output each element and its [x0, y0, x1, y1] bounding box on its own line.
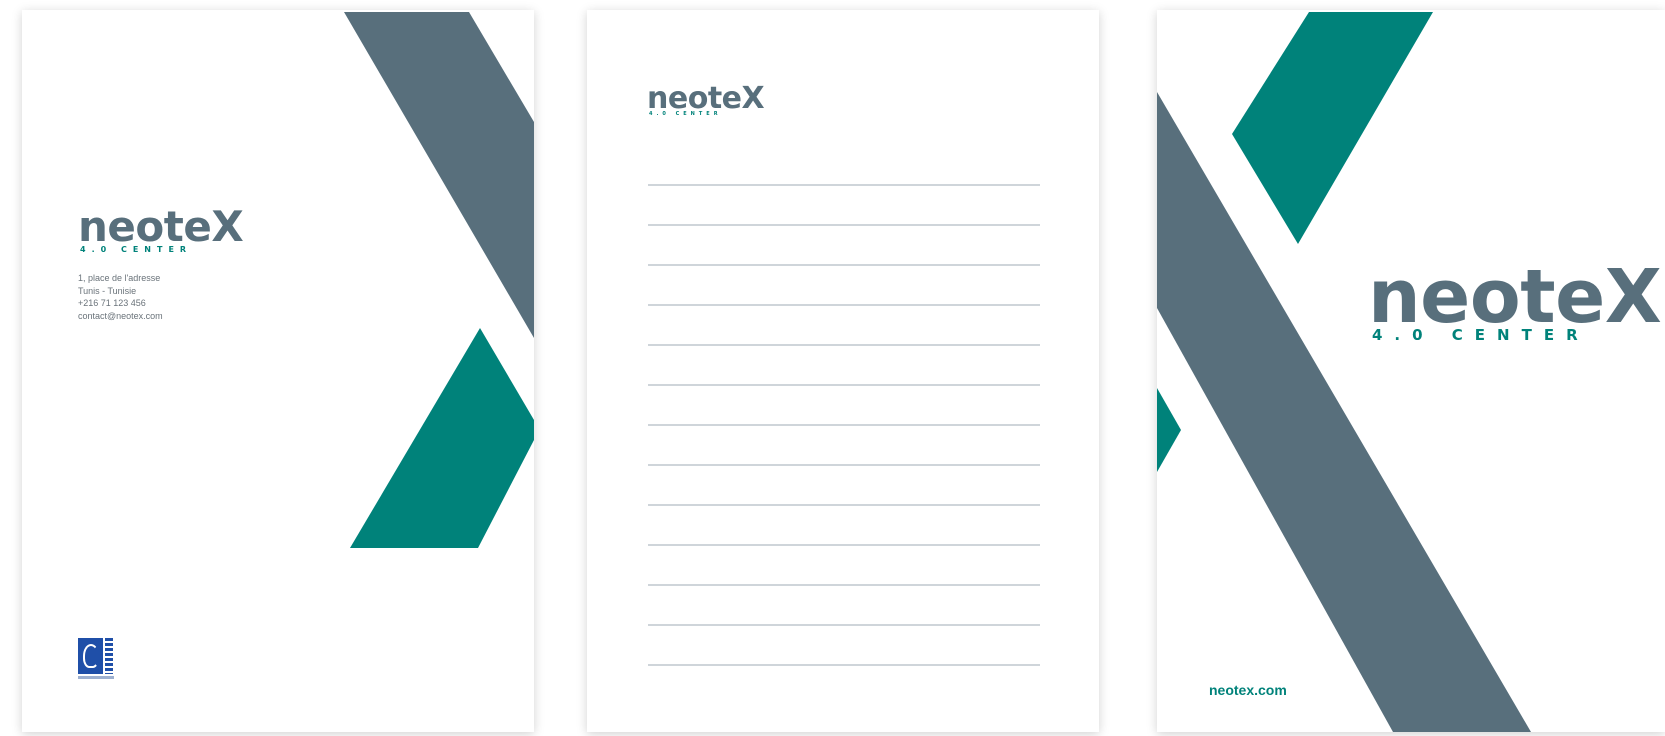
writing-line — [648, 624, 1040, 626]
writing-line — [648, 304, 1040, 306]
teal-left-shape — [1157, 388, 1181, 472]
letterhead-graphic — [344, 12, 534, 548]
letterhead-sheet: neoteX 4.0 CENTER 1, place de l'adresse … — [22, 10, 534, 732]
address-block: 1, place de l'adresse Tunis - Tunisie +2… — [78, 272, 163, 322]
institution-seal-icon — [78, 638, 114, 679]
address-city: Tunis - Tunisie — [78, 285, 137, 296]
writing-line — [648, 504, 1040, 506]
writing-line — [648, 184, 1040, 186]
slate-diagonal-band — [344, 12, 534, 338]
writing-line — [648, 464, 1040, 466]
writing-line — [648, 544, 1040, 546]
brand-logo: neoteX 4.0 CENTER — [1368, 260, 1662, 343]
writing-line — [648, 384, 1040, 386]
cover-sheet: neoteX 4.0 CENTER neotex.com — [1157, 10, 1665, 732]
writing-line — [648, 224, 1040, 226]
logo-x-mark: X — [211, 202, 244, 251]
website-url: neotex.com — [1209, 682, 1287, 698]
address-street: 1, place de l'adresse — [78, 273, 161, 283]
address-phone: +216 71 123 456 — [78, 298, 146, 308]
cover-graphic — [1157, 12, 1531, 732]
slate-diagonal-band — [1157, 92, 1531, 732]
writing-line — [648, 584, 1040, 586]
writing-line — [648, 664, 1040, 666]
writing-line — [648, 344, 1040, 346]
notepad-sheet: neoteX 4.0 CENTER — [587, 10, 1099, 732]
writing-line — [648, 264, 1040, 266]
logo-x-mark: X — [1604, 254, 1662, 340]
teal-chevron-shape — [350, 328, 534, 548]
logo-wordmark: neote — [78, 202, 212, 251]
address-email: contact@neotex.com — [78, 310, 163, 321]
teal-upper-shape — [1232, 12, 1433, 244]
writing-line — [648, 424, 1040, 426]
logo-x-mark: X — [741, 81, 765, 116]
brand-logo: neoteX 4.0 CENTER — [78, 206, 244, 254]
brand-logo: neoteX 4.0 CENTER — [647, 81, 765, 117]
